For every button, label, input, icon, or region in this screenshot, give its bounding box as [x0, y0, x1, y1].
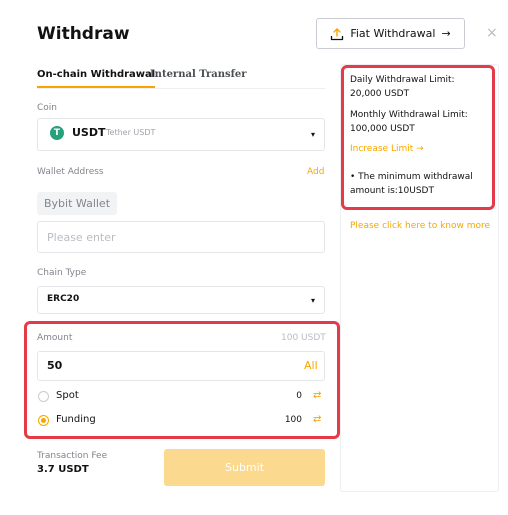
tabs-divider	[37, 88, 325, 89]
submit-button[interactable]: Submit	[164, 449, 325, 486]
chevron-down-icon: ▾	[311, 296, 316, 305]
monthly-limit-label: Monthly Withdrawal Limit:	[350, 110, 468, 120]
funding-balance: 100	[284, 415, 302, 425]
upload-icon	[330, 27, 344, 41]
bybit-wallet-chip[interactable]: Bybit Wallet	[37, 192, 118, 215]
amount-input[interactable]	[37, 351, 325, 381]
minimum-withdrawal-amount: amount is:10USDT	[350, 186, 434, 196]
know-more-link[interactable]: Please click here to know more	[350, 221, 490, 231]
available-amount: 100 USDT	[281, 333, 326, 343]
tab-internal-transfer[interactable]: Internal Transfer	[150, 68, 247, 82]
arrow-right-icon: →	[441, 27, 451, 40]
add-address-link[interactable]: Add	[307, 167, 324, 177]
transaction-fee-value: 3.7 USDT	[37, 464, 89, 475]
fiat-withdrawal-button[interactable]: Fiat Withdrawal →	[316, 18, 465, 49]
spot-radio[interactable]	[38, 391, 49, 402]
funding-radio[interactable]	[38, 415, 49, 426]
tab-on-chain-withdrawal[interactable]: On-chain Withdrawal	[37, 68, 156, 88]
transfer-icon[interactable]: ⇄	[313, 390, 321, 401]
chevron-down-icon: ▾	[311, 130, 316, 139]
page-title: Withdraw	[37, 24, 130, 44]
transaction-fee-label: Transaction Fee	[37, 451, 108, 461]
chain-type-label: Chain Type	[37, 268, 87, 278]
funding-label: Funding	[56, 414, 96, 425]
wallet-address-placeholder: Please enter	[47, 231, 116, 244]
coin-label: Coin	[37, 103, 57, 113]
transfer-icon[interactable]: ⇄	[313, 414, 321, 425]
all-button[interactable]: All	[304, 359, 318, 372]
spot-label: Spot	[56, 390, 79, 401]
chain-type-value: ERC20	[47, 294, 80, 304]
amount-value: 50	[47, 359, 63, 372]
fiat-withdrawal-label: Fiat Withdrawal	[350, 27, 436, 40]
chain-type-select[interactable]	[37, 286, 325, 314]
close-icon[interactable]: ×	[486, 26, 498, 40]
coin-name: Tether USDT	[106, 128, 156, 137]
daily-limit-label: Daily Withdrawal Limit:	[350, 75, 455, 85]
spot-balance: 0	[296, 391, 302, 401]
coin-code: USDT	[72, 126, 106, 139]
daily-limit-value: 20,000 USDT	[350, 89, 410, 99]
increase-limit-link[interactable]: Increase Limit →	[350, 144, 424, 154]
minimum-withdrawal-note: • The minimum withdrawal	[350, 172, 473, 182]
amount-label: Amount	[37, 333, 73, 343]
usdt-coin-icon: T	[50, 126, 64, 140]
monthly-limit-value: 100,000 USDT	[350, 124, 415, 134]
wallet-address-label: Wallet Address	[37, 167, 104, 177]
